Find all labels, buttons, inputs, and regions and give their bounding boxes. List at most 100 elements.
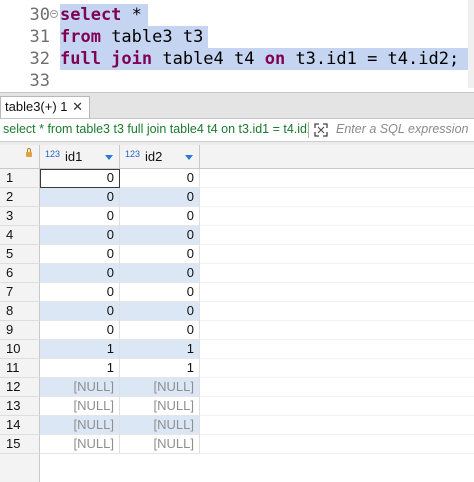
divider [308, 122, 309, 138]
cell-id2[interactable]: 0 [120, 245, 200, 264]
table-row[interactable]: 400 [0, 226, 474, 245]
cell-id2[interactable]: 0 [120, 264, 200, 283]
line-number: 32 [29, 49, 50, 69]
cell-id1[interactable]: 0 [40, 169, 120, 188]
table-row[interactable]: 700 [0, 283, 474, 302]
cell-id2[interactable]: 0 [120, 169, 200, 188]
column-header-id1[interactable]: 123 id1 [40, 145, 120, 169]
code-line[interactable]: select * [60, 4, 142, 26]
line-gutter: 33 [0, 70, 60, 88]
table-row[interactable]: 12 [NULL] [NULL] [0, 378, 474, 397]
row-number[interactable]: 5 [0, 245, 40, 264]
fold-collapse-icon[interactable] [50, 10, 58, 18]
line-gutter: 31 [0, 26, 60, 48]
tab-results-table3[interactable]: table3(+) 1 ✕ [0, 96, 90, 118]
row-number[interactable]: 4 [0, 226, 40, 245]
table-row[interactable]: 10 1 1 [0, 340, 474, 359]
row-number[interactable]: 13 [0, 397, 40, 416]
table-row[interactable]: 11 1 1 [0, 359, 474, 378]
cell-id1[interactable]: 0 [40, 207, 120, 226]
row-filler [200, 226, 474, 245]
cell-id1[interactable]: 1 [40, 359, 120, 378]
row-number[interactable]: 2 [0, 188, 40, 207]
cell-id1[interactable]: [NULL] [40, 435, 120, 454]
code-line[interactable]: full join table4 t4 on t3.id1 = t4.id2; [60, 48, 459, 70]
filter-bar: select * from table3 t3 full join table4… [0, 119, 474, 142]
column-name: id2 [145, 149, 163, 164]
column-header-id2[interactable]: 123 id2 [120, 145, 200, 169]
table-row[interactable]: 100 [0, 169, 474, 188]
numeric-type-icon: 123 [45, 149, 61, 159]
row-number[interactable]: 10 [0, 340, 40, 359]
cell-id2[interactable]: 0 [120, 207, 200, 226]
table-row[interactable]: 800 [0, 302, 474, 321]
table-row[interactable]: 200 [0, 188, 474, 207]
table-row[interactable]: 13 [NULL] [NULL] [0, 397, 474, 416]
row-number[interactable]: 11 [0, 359, 40, 378]
cell-id1[interactable]: 1 [40, 340, 120, 359]
row-number[interactable]: 14 [0, 416, 40, 435]
cell-id1[interactable]: [NULL] [40, 416, 120, 435]
expand-icon[interactable] [314, 123, 328, 137]
cell-id2[interactable]: 1 [120, 340, 200, 359]
cell-id2[interactable]: [NULL] [120, 435, 200, 454]
numeric-type-icon: 123 [125, 149, 141, 159]
cell-id2[interactable]: 0 [120, 302, 200, 321]
cell-id2[interactable]: [NULL] [120, 416, 200, 435]
cell-id2[interactable]: [NULL] [120, 397, 200, 416]
cell-id1[interactable]: 0 [40, 264, 120, 283]
cell-id1[interactable]: 0 [40, 245, 120, 264]
row-number[interactable]: 7 [0, 283, 40, 302]
row-number[interactable]: 12 [0, 378, 40, 397]
row-number[interactable]: 3 [0, 207, 40, 226]
cell-id1[interactable]: [NULL] [40, 378, 120, 397]
tab-label: table3(+) 1 [5, 99, 68, 114]
cell-id2[interactable]: 0 [120, 188, 200, 207]
close-icon[interactable]: ✕ [72, 97, 83, 117]
row-filler [200, 283, 474, 302]
editor-scrollbar[interactable] [468, 0, 474, 88]
table-row[interactable]: 300 [0, 207, 474, 226]
line-number: 33 [29, 71, 50, 88]
filter-input[interactable]: Enter a SQL expression [336, 122, 468, 136]
sort-arrow-icon[interactable] [185, 155, 193, 160]
cell-id1[interactable]: 0 [40, 321, 120, 340]
cell-id1[interactable]: 0 [40, 226, 120, 245]
cell-id2[interactable]: 0 [120, 283, 200, 302]
active-query-text: select * from table3 t3 full join table4… [3, 122, 308, 136]
column-name: id1 [65, 149, 83, 164]
cell-id1[interactable]: 0 [40, 283, 120, 302]
cell-id1[interactable]: [NULL] [40, 397, 120, 416]
code-line[interactable]: from table3 t3 [60, 26, 203, 48]
header-filler [200, 145, 474, 169]
row-number[interactable]: 1 [0, 169, 40, 188]
row-filler [200, 169, 474, 188]
cell-id1[interactable]: 0 [40, 188, 120, 207]
table-row[interactable]: 600 [0, 264, 474, 283]
row-filler [200, 397, 474, 416]
row-filler [200, 302, 474, 321]
table-row[interactable]: 500 [0, 245, 474, 264]
cell-id2[interactable]: 0 [120, 226, 200, 245]
sort-arrow-icon[interactable] [105, 155, 113, 160]
cell-id1[interactable]: 0 [40, 302, 120, 321]
results-grid[interactable]: 123 id1 123 id2 100200300400500600700800… [0, 145, 474, 482]
row-filler [200, 378, 474, 397]
table-row[interactable]: 15 [NULL] [NULL] [0, 435, 474, 454]
row-filler [200, 321, 474, 340]
row-number[interactable]: 9 [0, 321, 40, 340]
row-number[interactable]: 8 [0, 302, 40, 321]
row-number[interactable]: 6 [0, 264, 40, 283]
row-number[interactable]: 15 [0, 435, 40, 454]
row-filler [200, 416, 474, 435]
sql-editor[interactable]: 30 31 32 33 select * from table3 t3 full… [0, 0, 474, 88]
cell-id2[interactable]: [NULL] [120, 378, 200, 397]
table-row[interactable]: 14 [NULL] [NULL] [0, 416, 474, 435]
row-filler [200, 207, 474, 226]
cell-id2[interactable]: 1 [120, 359, 200, 378]
cell-id2[interactable]: 0 [120, 321, 200, 340]
results-tabbar: table3(+) 1 ✕ [0, 93, 474, 119]
row-number-header [0, 145, 40, 169]
table-row[interactable]: 900 [0, 321, 474, 340]
results-panel: table3(+) 1 ✕ select * from table3 t3 fu… [0, 92, 474, 482]
